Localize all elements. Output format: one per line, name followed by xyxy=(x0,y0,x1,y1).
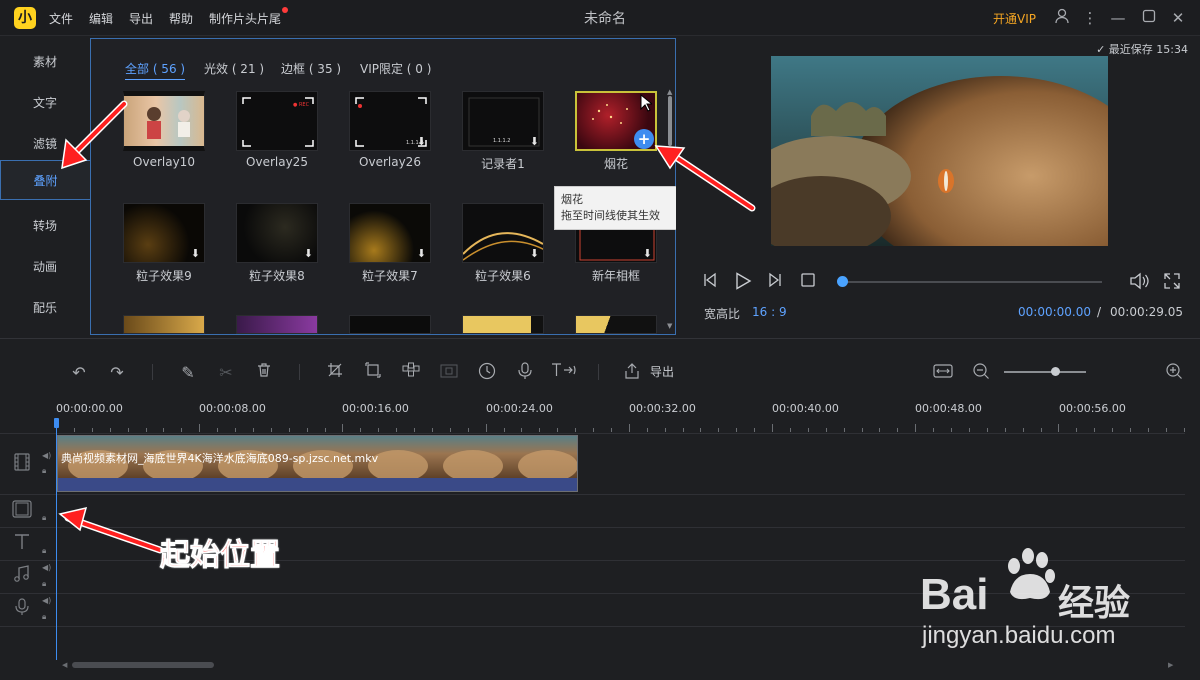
scroll-left-icon[interactable]: ◀ xyxy=(62,661,67,669)
scroll-right-icon[interactable]: ▶ xyxy=(1168,661,1173,669)
paw-logo-icon xyxy=(1002,548,1058,604)
watermark-url: jingyan.baidu.com xyxy=(922,622,1116,649)
annotation-start-position: 起始位置 xyxy=(160,538,281,574)
baidu-jingyan-watermark: Bai 经验 jingyan.baidu.com xyxy=(920,548,1190,658)
watermark-brand-suffix: 经验 xyxy=(1058,583,1131,624)
app-window: 小 文件 编辑 导出 帮助 制作片头片尾 未命名 开通VIP ⋮ — ✕ 素材 … xyxy=(0,0,1200,680)
timeline-horizontal-scrollbar[interactable] xyxy=(72,662,214,668)
watermark-brand: Bai xyxy=(920,570,989,619)
